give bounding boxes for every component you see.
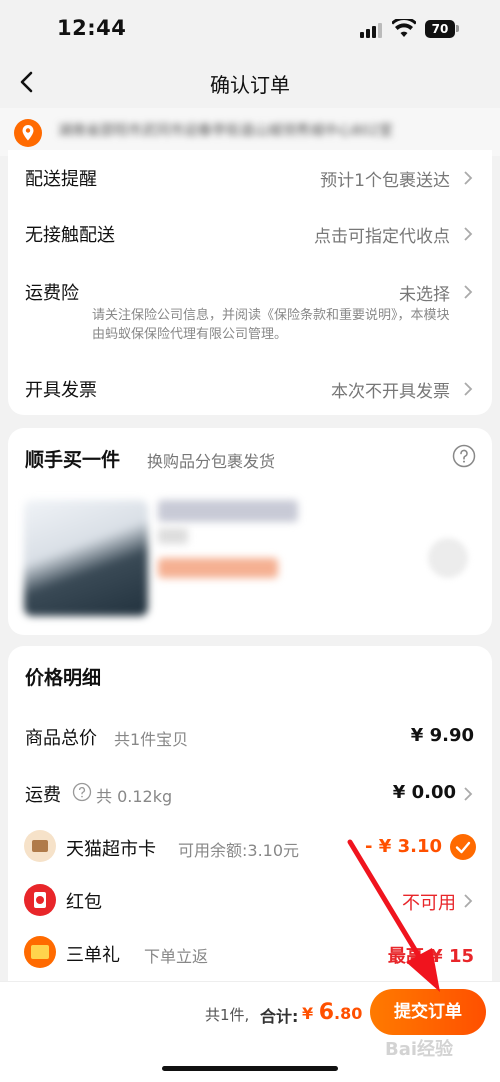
chevron-right-icon [464,787,473,801]
red-packet-label: 红包 [66,892,102,913]
total-price: ¥ 6.80 [302,1000,362,1025]
addon-title: 顺手买一件 [25,449,121,471]
nav-bar: 确认订单 [0,60,500,104]
submit-order-button[interactable]: 提交订单 [370,989,486,1035]
check-icon[interactable] [450,834,476,860]
delivery-reminder-row[interactable]: 配送提醒 预计1个包裹送达 [8,157,492,197]
home-indicator [162,1066,338,1071]
watermark-logo: Bai经验 [385,1039,454,1060]
shipping-fee-label: 运费 [25,785,61,806]
red-packet-value: 不可用 [402,893,456,914]
row-label: 开具发票 [25,380,97,401]
help-icon[interactable] [452,444,476,468]
question-icon[interactable] [72,782,92,802]
total-label: 合计: [260,1007,299,1026]
chevron-right-icon [464,227,473,241]
addon-card: 顺手买一件 换购品分包裹发货 [8,428,492,635]
goods-count: 共1件宝贝 [114,730,189,749]
address-text: 湖南省邵阳市武冈市迎春亭街道山城领秀城中心802室 [58,123,393,139]
page-title: 确认订单 [210,73,290,97]
address-bar[interactable]: 湖南省邵阳市武冈市迎春亭街道山城领秀城中心802室 [0,108,500,156]
contactless-delivery-row[interactable]: 无接触配送 点击可指定代收点 [8,213,492,253]
tmall-card-balance: 可用余额:3.10元 [178,841,300,860]
invoice-row[interactable]: 开具发票 本次不开具发票 [8,368,492,408]
signal-icon [360,22,382,38]
total-integer: 6 [318,1000,335,1025]
shipping-fee-value: ¥ 0.00 [392,782,456,803]
price-details-title: 价格明细 [25,667,102,689]
bottom-bar: 共1件, 合计: ¥ 6.80 提交订单 [0,981,500,1082]
chevron-right-icon [464,285,473,299]
location-pin-icon [14,119,42,147]
currency-symbol: ¥ [302,1004,314,1023]
battery-icon: 70 [425,20,455,38]
addon-add-button[interactable] [428,538,468,578]
price-details-card: 价格明细 商品总价 共1件宝贝 ¥ 9.90 运费 共 0.12kg ¥ 0.0… [8,646,492,982]
chevron-right-icon [464,894,473,908]
gift-label: 三单礼 [66,945,120,966]
status-time: 12:44 [57,16,127,40]
total-decimal: .80 [334,1004,363,1023]
addon-product-name [158,500,298,522]
chevron-right-icon [464,382,473,396]
wifi-icon [392,19,416,37]
row-value: 本次不开具发票 [331,382,450,402]
gift-card-icon [24,936,56,968]
row-label: 配送提醒 [25,169,97,190]
delivery-options-card: 配送提醒 预计1个包裹送达 无接触配送 点击可指定代收点 运费险 未选择 请关注… [8,150,492,415]
shipping-insurance-row[interactable]: 运费险 未选择 [8,271,492,311]
gift-value: 最高 ¥ 15 [387,946,474,967]
row-label: 运费险 [25,283,79,304]
goods-total-label: 商品总价 [25,728,97,749]
insurance-note: 请关注保险公司信息，并阅读《保险条款和重要说明》，本模块由蚂蚁保保险代理有限公司… [92,308,450,342]
tmall-card-label: 天猫超市卡 [66,839,156,860]
chevron-right-icon [464,171,473,185]
row-value: 预计1个包裹送达 [320,171,450,191]
shipping-weight: 共 0.12kg [96,787,173,806]
row-label: 无接触配送 [25,225,115,246]
row-value: 未选择 [399,285,450,305]
goods-total-value: ¥ 9.90 [410,725,474,746]
addon-product-image[interactable] [24,500,148,616]
status-bar: 12:44 70 [0,0,500,60]
tmall-card-icon [24,830,56,862]
row-value: 点击可指定代收点 [314,227,450,247]
addon-product-price [158,558,278,578]
red-packet-icon [24,884,56,916]
addon-product-spec [158,528,188,544]
item-count: 共1件, [205,1006,250,1024]
gift-subtitle: 下单立返 [144,947,209,966]
addon-subtitle: 换购品分包裹发货 [147,452,276,471]
tmall-card-value: - ¥ 3.10 [365,836,442,857]
